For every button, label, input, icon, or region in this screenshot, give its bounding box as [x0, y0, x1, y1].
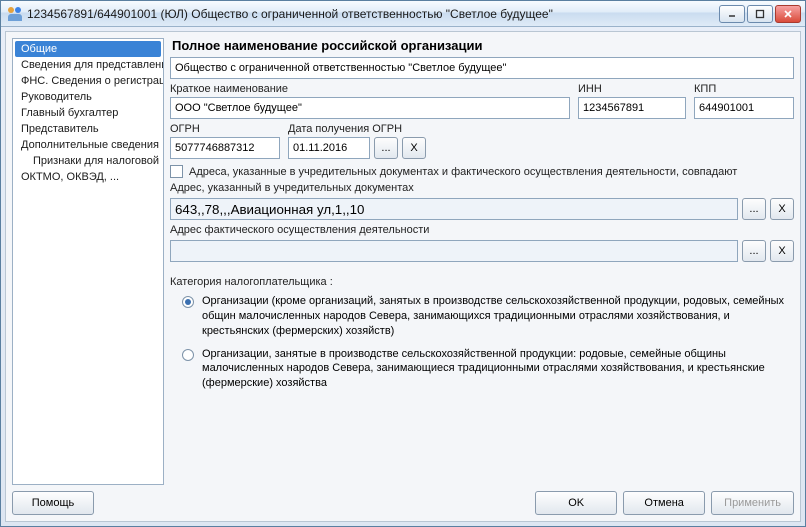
- window-title: 1234567891/644901001 (ЮЛ) Общество с огр…: [27, 7, 719, 21]
- addresses-match-label: Адреса, указанные в учредительных докуме…: [189, 166, 737, 178]
- ogrn-input[interactable]: [170, 137, 280, 159]
- addr-legal-browse-button[interactable]: ...: [742, 198, 766, 220]
- cancel-button[interactable]: Отмена: [623, 491, 705, 515]
- taxpayer-radio-2-label: Организации, занятые в производстве сель…: [202, 347, 794, 392]
- addr-legal-label: Адрес, указанный в учредительных докумен…: [170, 182, 794, 194]
- ogrn-date-clear-button[interactable]: X: [402, 137, 426, 159]
- ogrn-label: ОГРН: [170, 123, 280, 135]
- sidebar-item-representative[interactable]: Представитель: [15, 121, 161, 137]
- taxpayer-category-label: Категория налогоплательщика :: [170, 276, 794, 288]
- addr-actual-input[interactable]: [170, 240, 738, 262]
- full-name-input[interactable]: [170, 57, 794, 79]
- window-controls: [719, 5, 801, 23]
- ogrn-date-browse-button[interactable]: ...: [374, 137, 398, 159]
- ok-button[interactable]: OK: [535, 491, 617, 515]
- short-name-label: Краткое наименование: [170, 83, 570, 95]
- close-button[interactable]: [775, 5, 801, 23]
- taxpayer-radio-1-label: Организации (кроме организаций, занятых …: [202, 294, 794, 339]
- addr-legal-clear-button[interactable]: X: [770, 198, 794, 220]
- ogrn-date-input[interactable]: [288, 137, 370, 159]
- sidebar-item-additional[interactable]: Дополнительные сведения: [15, 137, 161, 153]
- addr-actual-clear-button[interactable]: X: [770, 240, 794, 262]
- sidebar-item-tax-signs[interactable]: Признаки для налоговой: [15, 153, 161, 169]
- main-panel: Полное наименование российской организац…: [170, 38, 794, 485]
- sidebar-item-director[interactable]: Руководитель: [15, 89, 161, 105]
- minimize-button[interactable]: [719, 5, 745, 23]
- taxpayer-radio-2[interactable]: [182, 349, 194, 361]
- sidebar-item-submission[interactable]: Сведения для представлени: [15, 57, 161, 73]
- taxpayer-category-group: Организации (кроме организаций, занятых …: [182, 294, 794, 391]
- taxpayer-radio-1[interactable]: [182, 296, 194, 308]
- short-name-input[interactable]: [170, 97, 570, 119]
- content: Общие Сведения для представлени ФНС. Све…: [5, 31, 801, 522]
- kpp-label: КПП: [694, 83, 794, 95]
- window: 1234567891/644901001 (ЮЛ) Общество с огр…: [0, 0, 806, 527]
- titlebar: 1234567891/644901001 (ЮЛ) Общество с огр…: [1, 1, 805, 27]
- sidebar-item-accountant[interactable]: Главный бухгалтер: [15, 105, 161, 121]
- addr-actual-browse-button[interactable]: ...: [742, 240, 766, 262]
- addr-actual-label: Адрес фактического осуществления деятель…: [170, 224, 794, 236]
- kpp-input[interactable]: [694, 97, 794, 119]
- addresses-match-checkbox[interactable]: [170, 165, 183, 178]
- apply-button[interactable]: Применить: [711, 491, 794, 515]
- help-button[interactable]: Помощь: [12, 491, 94, 515]
- inn-label: ИНН: [578, 83, 686, 95]
- sidebar-item-fns[interactable]: ФНС. Сведения о регистрац: [15, 73, 161, 89]
- app-icon: [7, 6, 23, 22]
- footer: Помощь OK Отмена Применить: [12, 485, 794, 515]
- section-title: Полное наименование российской организац…: [170, 38, 794, 53]
- sidebar-item-oktmo[interactable]: ОКТМО, ОКВЭД, ...: [15, 169, 161, 185]
- inn-input[interactable]: [578, 97, 686, 119]
- maximize-button[interactable]: [747, 5, 773, 23]
- addr-legal-input[interactable]: [170, 198, 738, 220]
- sidebar: Общие Сведения для представлени ФНС. Све…: [12, 38, 164, 485]
- sidebar-item-general[interactable]: Общие: [15, 41, 161, 57]
- ogrn-date-label: Дата получения ОГРН: [288, 123, 448, 135]
